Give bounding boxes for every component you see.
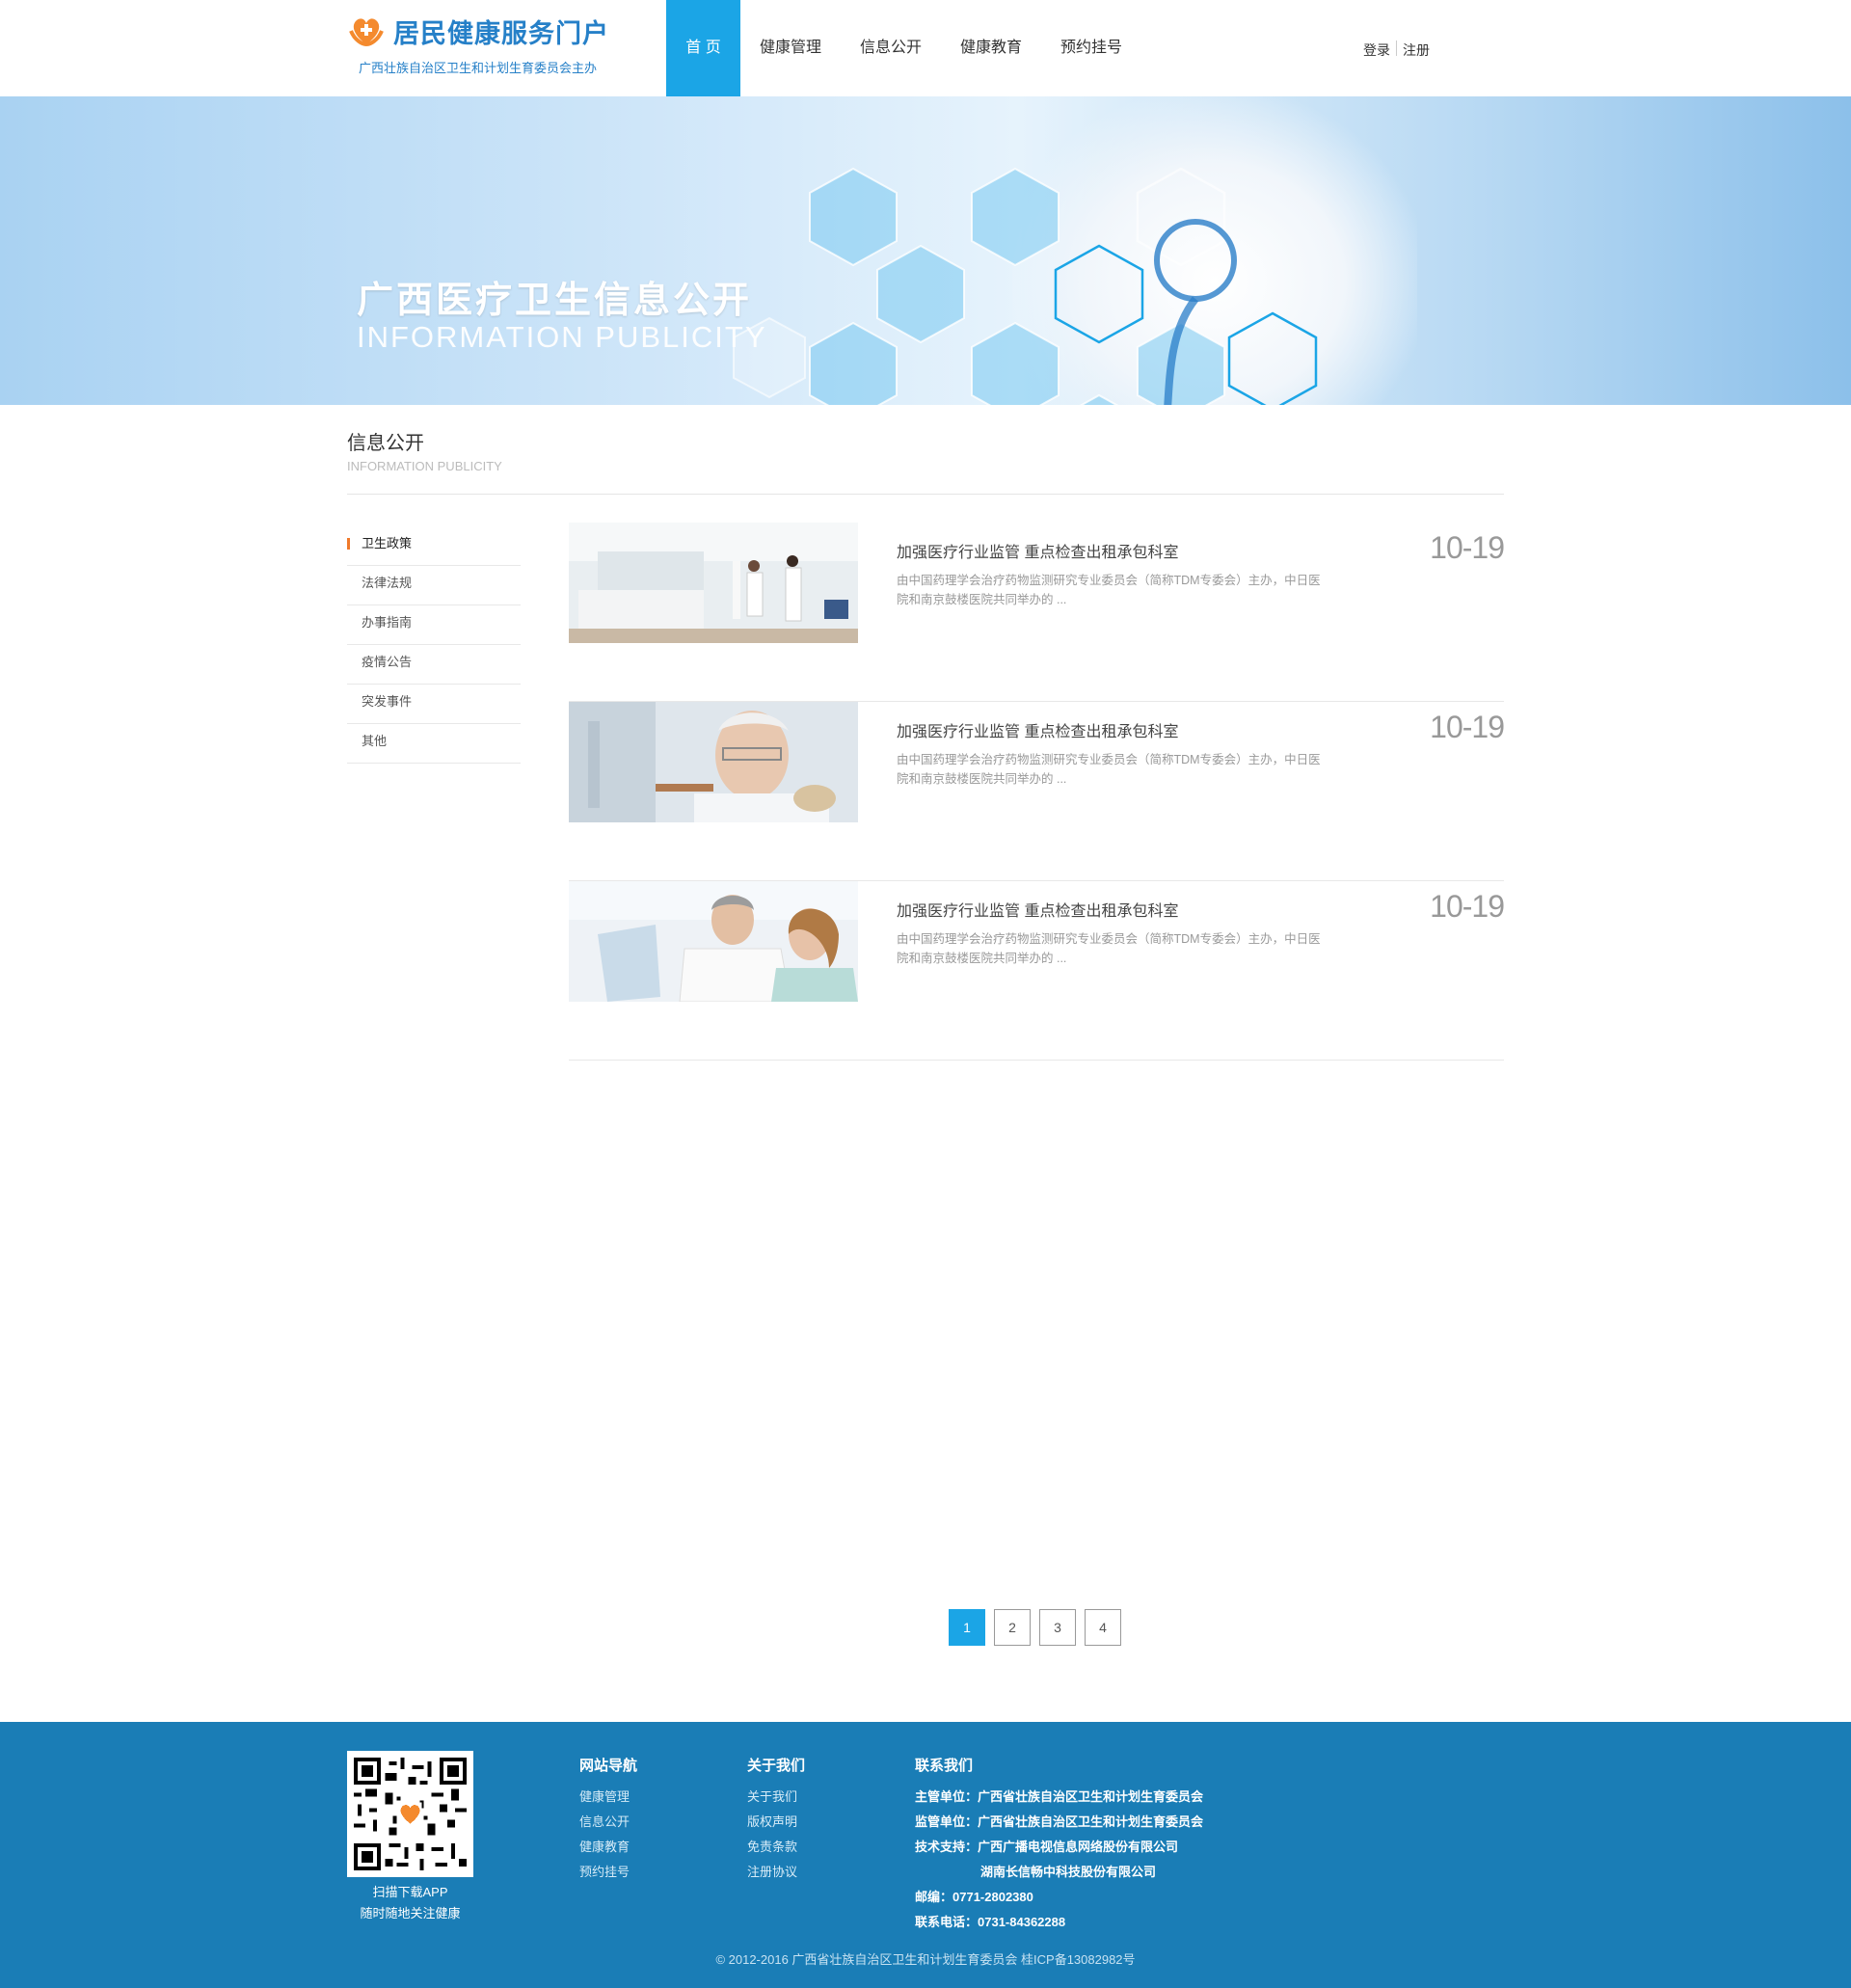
banner-subtitle: INFORMATION PUBLICITY <box>357 320 767 354</box>
article-list: 加强医疗行业监管 重点检查出租承包科室 由中国药理学会治疗药物监测研究专业委员会… <box>569 523 1505 1061</box>
section-title: 信息公开 <box>347 433 424 454</box>
page-4-button[interactable]: 4 <box>1085 1609 1121 1646</box>
site-header: 居民健康服务门户 广西壮族自治区卫生和计划生育委员会主办 首 页 健康管理 信息… <box>0 0 1851 96</box>
side-item-epidemic[interactable]: 疫情公告 <box>347 645 521 685</box>
side-item-health-policy[interactable]: 卫生政策 <box>347 526 521 566</box>
article-desc: 由中国药理学会治疗药物监测研究专业委员会（简称TDM专委会）主办，中日医院和南京… <box>897 574 1321 606</box>
page-2-button[interactable]: 2 <box>994 1609 1031 1646</box>
page-1-button[interactable]: 1 <box>949 1609 985 1646</box>
contact-supervisor: 主管单位：广西省壮族自治区卫生和计划生育委员会 <box>915 1789 1204 1804</box>
logo-title: 居民健康服务门户 <box>393 18 609 48</box>
article-row: 加强医疗行业监管 重点检查出租承包科室 由中国药理学会治疗药物监测研究专业委员会… <box>569 702 1505 881</box>
qr-caption-line1: 扫描下载APP <box>372 1885 448 1899</box>
footer-about-column: 关于我们 关于我们 版权声明 免责条款 注册协议 <box>747 1755 805 1885</box>
contact-postcode: 邮编：0771-2802380 <box>915 1890 1033 1904</box>
banner-title: 广西医疗卫生信息公开 <box>357 281 753 321</box>
contact-tech-support: 技术支持：广西广播电视信息网络股份有限公司 <box>915 1840 1179 1854</box>
logo-subtitle: 广西壮族自治区卫生和计划生育委员会主办 <box>359 61 598 75</box>
side-menu: 卫生政策 法律法规 办事指南 疫情公告 突发事件 其他 <box>347 526 521 764</box>
footer-nav-title: 网站导航 <box>579 1758 638 1774</box>
auth-divider <box>1396 40 1397 56</box>
footer-nav-column: 网站导航 健康管理 信息公开 健康教育 预约挂号 <box>579 1755 637 1885</box>
article-date: 10-19 <box>1430 710 1505 744</box>
article-desc: 由中国药理学会治疗药物监测研究专业委员会（简称TDM专委会）主办，中日医院和南京… <box>897 753 1321 786</box>
footer-contact-title: 联系我们 <box>915 1758 974 1774</box>
footer-link-health-education[interactable]: 健康教育 <box>579 1835 637 1860</box>
footer-link-appointment[interactable]: 预约挂号 <box>579 1860 637 1885</box>
nav-health-education[interactable]: 健康教育 <box>941 0 1041 96</box>
footer-link-info-public[interactable]: 信息公开 <box>579 1810 637 1835</box>
site-logo[interactable]: 居民健康服务门户 广西壮族自治区卫生和计划生育委员会主办 <box>347 12 636 76</box>
register-link[interactable]: 注册 <box>1403 40 1430 60</box>
qr-code <box>347 1751 473 1877</box>
page-3-button[interactable]: 3 <box>1039 1609 1076 1646</box>
qr-caption-line2: 随时随地关注健康 <box>360 1906 461 1921</box>
qr-caption: 扫描下载APP 随时随地关注健康 <box>347 1882 473 1924</box>
article-thumbnail[interactable] <box>569 702 858 822</box>
article-title[interactable]: 加强医疗行业监管 重点检查出租承包科室 <box>897 898 1178 921</box>
article-thumbnail[interactable] <box>569 881 858 1002</box>
pagination: 1 2 3 4 <box>949 1609 1130 1646</box>
article-title[interactable]: 加强医疗行业监管 重点检查出租承包科室 <box>897 718 1178 741</box>
auth-links: 登录 注册 <box>1363 40 1430 60</box>
article-thumbnail[interactable] <box>569 523 858 643</box>
side-item-emergency[interactable]: 突发事件 <box>347 685 521 724</box>
site-footer: 扫描下载APP 随时随地关注健康 网站导航 健康管理 信息公开 健康教育 预约挂… <box>0 1722 1851 1988</box>
heart-hands-icon <box>347 12 386 50</box>
side-item-guide[interactable]: 办事指南 <box>347 605 521 645</box>
main-nav: 首 页 健康管理 信息公开 健康教育 预约挂号 <box>666 0 1141 96</box>
hexagon-graphic <box>733 167 1318 405</box>
contact-tech-support-2: 湖南长信畅中科技股份有限公司 <box>980 1865 1157 1879</box>
nav-appointment[interactable]: 预约挂号 <box>1041 0 1141 96</box>
login-link[interactable]: 登录 <box>1363 40 1390 60</box>
side-item-other[interactable]: 其他 <box>347 724 521 764</box>
article-row: 加强医疗行业监管 重点检查出租承包科室 由中国药理学会治疗药物监测研究专业委员会… <box>569 523 1505 702</box>
footer-link-copyright[interactable]: 版权声明 <box>747 1810 805 1835</box>
hero-banner: 广西医疗卫生信息公开 INFORMATION PUBLICITY <box>0 96 1851 405</box>
footer-link-about[interactable]: 关于我们 <box>747 1785 805 1810</box>
nav-info-public[interactable]: 信息公开 <box>841 0 941 96</box>
article-date: 10-19 <box>1430 530 1505 565</box>
nav-home[interactable]: 首 页 <box>666 0 740 96</box>
article-desc: 由中国药理学会治疗药物监测研究专业委员会（简称TDM专委会）主办，中日医院和南京… <box>897 932 1321 965</box>
contact-phone: 联系电话：0731-84362288 <box>915 1915 1066 1929</box>
section-header: 信息公开 INFORMATION PUBLICITY <box>347 427 1504 495</box>
article-title[interactable]: 加强医疗行业监管 重点检查出租承包科室 <box>897 539 1178 562</box>
footer-link-register-agreement[interactable]: 注册协议 <box>747 1860 805 1885</box>
footer-about-title: 关于我们 <box>747 1758 806 1774</box>
section-subtitle: INFORMATION PUBLICITY <box>347 459 502 473</box>
footer-link-disclaimer[interactable]: 免责条款 <box>747 1835 805 1860</box>
nav-health-management[interactable]: 健康管理 <box>740 0 841 96</box>
article-date: 10-19 <box>1430 889 1505 924</box>
footer-link-health-management[interactable]: 健康管理 <box>579 1785 637 1810</box>
copyright: © 2012-2016 广西省壮族自治区卫生和计划生育委员会 桂ICP备1308… <box>715 1952 1136 1967</box>
article-row: 加强医疗行业监管 重点检查出租承包科室 由中国药理学会治疗药物监测研究专业委员会… <box>569 881 1505 1061</box>
contact-regulator: 监管单位：广西省壮族自治区卫生和计划生育委员会 <box>915 1814 1204 1829</box>
side-item-laws[interactable]: 法律法规 <box>347 566 521 605</box>
footer-contact-column: 联系我们 主管单位：广西省壮族自治区卫生和计划生育委员会 监管单位：广西省壮族自… <box>915 1755 1203 1935</box>
